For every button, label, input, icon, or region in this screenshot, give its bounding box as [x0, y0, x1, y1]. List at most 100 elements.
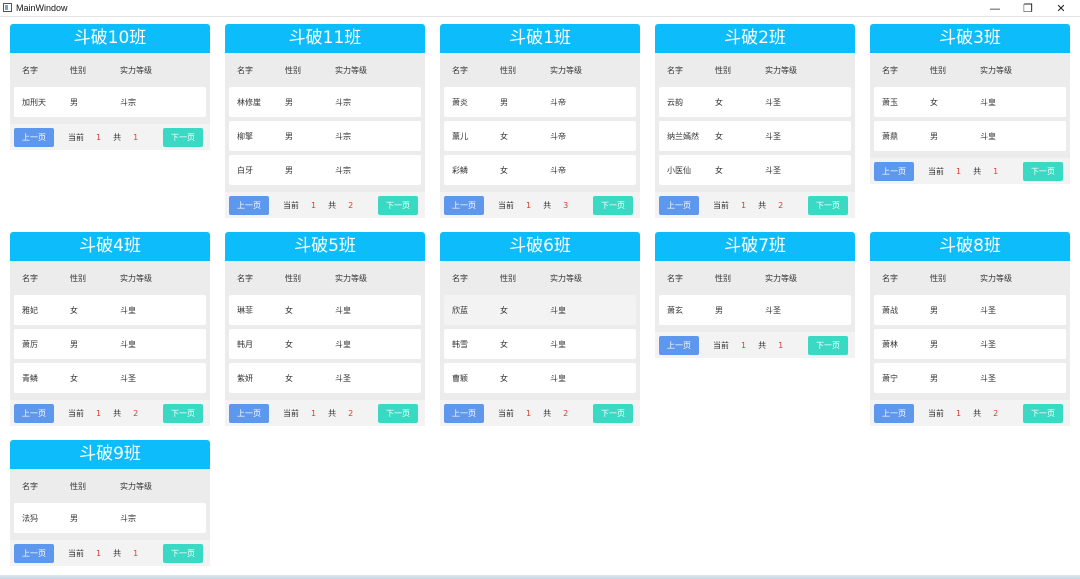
current-label: 当前 — [713, 340, 729, 350]
student-table: 名字 性别 实力等级 加刑天 男 斗宗 — [10, 53, 210, 124]
prev-page-button[interactable]: 上一页 — [874, 403, 914, 423]
total-page-number: 1 — [133, 548, 139, 558]
student-name: 法犸 — [22, 513, 38, 523]
next-page-button[interactable]: 下一页 — [593, 403, 633, 423]
student-gender: 男 — [70, 513, 78, 523]
next-page-button[interactable]: 下一页 — [808, 335, 848, 355]
current-label: 当前 — [283, 200, 299, 210]
student-gender: 女 — [500, 339, 508, 349]
student-name: 白牙 — [237, 165, 253, 175]
table-row[interactable]: 林修崖 男 斗宗 — [229, 87, 421, 117]
next-page-button[interactable]: 下一页 — [593, 195, 633, 215]
table-row[interactable]: 青鳞 女 斗圣 — [14, 363, 206, 393]
next-page-button[interactable]: 下一页 — [808, 195, 848, 215]
student-gender: 女 — [500, 373, 508, 383]
table-row[interactable]: 韩月 女 斗皇 — [229, 329, 421, 359]
student-level: 斗皇 — [120, 339, 136, 349]
prev-page-button[interactable]: 上一页 — [659, 195, 699, 215]
table-row[interactable]: 萧玉 女 斗皇 — [874, 87, 1066, 117]
student-gender: 女 — [285, 373, 293, 383]
next-page-button[interactable]: 下一页 — [1023, 161, 1063, 181]
student-gender: 女 — [715, 97, 723, 107]
minimize-button[interactable]: — — [979, 0, 1011, 16]
pagination: 上一页 当前 1 共 2 下一页 — [225, 192, 425, 218]
next-page-button[interactable]: 下一页 — [163, 127, 203, 147]
next-page-button[interactable]: 下一页 — [1023, 403, 1063, 423]
student-table: 名字 性别 实力等级 萧炎 男 斗帝 薰儿 女 斗帝 彩鳞 女 斗帝 — [440, 53, 640, 192]
table-row[interactable]: 彩鳞 女 斗帝 — [444, 155, 636, 185]
prev-page-button[interactable]: 上一页 — [229, 403, 269, 423]
prev-page-button[interactable]: 上一页 — [14, 127, 54, 147]
student-level: 斗皇 — [550, 339, 566, 349]
next-page-button[interactable]: 下一页 — [163, 543, 203, 563]
table-row[interactable]: 萧厉 男 斗皇 — [14, 329, 206, 359]
table-row[interactable]: 雅妃 女 斗皇 — [14, 295, 206, 325]
header-name: 名字 — [667, 273, 683, 283]
current-label: 当前 — [713, 200, 729, 210]
restore-button[interactable]: ❐ — [1012, 0, 1044, 16]
pagination: 上一页 当前 1 共 1 下一页 — [655, 332, 855, 358]
prev-page-button[interactable]: 上一页 — [659, 335, 699, 355]
header-level: 实力等级 — [120, 273, 152, 283]
table-row[interactable]: 纳兰嫣然 女 斗圣 — [659, 121, 851, 151]
student-name: 萧玉 — [882, 97, 898, 107]
student-level: 斗帝 — [550, 97, 566, 107]
class-panel: 斗破4班 名字 性别 实力等级 雅妃 女 斗皇 萧厉 男 斗皇 青鳞 女 斗圣 … — [10, 232, 210, 426]
current-page-number: 1 — [311, 408, 317, 418]
table-row[interactable]: 萧炎 男 斗帝 — [444, 87, 636, 117]
student-table: 名字 性别 实力等级 雅妃 女 斗皇 萧厉 男 斗皇 青鳞 女 斗圣 — [10, 261, 210, 400]
table-row[interactable]: 曹颖 女 斗皇 — [444, 363, 636, 393]
prev-page-button[interactable]: 上一页 — [14, 543, 54, 563]
student-level: 斗皇 — [550, 305, 566, 315]
table-row[interactable]: 琳菲 女 斗皇 — [229, 295, 421, 325]
student-name: 雅妃 — [22, 305, 38, 315]
student-gender: 女 — [500, 305, 508, 315]
next-page-button[interactable]: 下一页 — [378, 195, 418, 215]
prev-page-button[interactable]: 上一页 — [874, 161, 914, 181]
current-label: 当前 — [283, 408, 299, 418]
student-name: 青鳞 — [22, 373, 38, 383]
student-gender: 女 — [930, 97, 938, 107]
panel-title: 斗破3班 — [870, 24, 1070, 53]
table-row[interactable]: 韩雪 女 斗皇 — [444, 329, 636, 359]
next-page-button[interactable]: 下一页 — [163, 403, 203, 423]
table-row[interactable]: 萧林 男 斗圣 — [874, 329, 1066, 359]
table-row[interactable]: 云韵 女 斗圣 — [659, 87, 851, 117]
table-row[interactable]: 欣蓝 女 斗皇 — [444, 295, 636, 325]
current-label: 当前 — [928, 408, 944, 418]
total-page-number: 2 — [563, 408, 569, 418]
current-page-number: 1 — [741, 340, 747, 350]
student-level: 斗圣 — [980, 339, 996, 349]
student-name: 萧玄 — [667, 305, 683, 315]
student-name: 韩雪 — [452, 339, 468, 349]
prev-page-button[interactable]: 上一页 — [229, 195, 269, 215]
panel-title: 斗破9班 — [10, 440, 210, 469]
current-label: 当前 — [928, 166, 944, 176]
next-page-button[interactable]: 下一页 — [378, 403, 418, 423]
table-row[interactable]: 萧鼎 男 斗皇 — [874, 121, 1066, 151]
table-row[interactable]: 加刑天 男 斗宗 — [14, 87, 206, 117]
header-name: 名字 — [667, 65, 683, 75]
table-row[interactable]: 萧战 男 斗圣 — [874, 295, 1066, 325]
student-name: 云韵 — [667, 97, 683, 107]
table-row[interactable]: 白牙 男 斗宗 — [229, 155, 421, 185]
table-row[interactable]: 法犸 男 斗宗 — [14, 503, 206, 533]
student-name: 小医仙 — [667, 165, 691, 175]
student-gender: 男 — [70, 97, 78, 107]
close-button[interactable]: ✕ — [1045, 0, 1077, 16]
table-row[interactable]: 萧玄 男 斗圣 — [659, 295, 851, 325]
student-name: 萧林 — [882, 339, 898, 349]
pagination: 上一页 当前 1 共 2 下一页 — [870, 400, 1070, 426]
prev-page-button[interactable]: 上一页 — [14, 403, 54, 423]
table-row[interactable]: 薰儿 女 斗帝 — [444, 121, 636, 151]
class-panel: 斗破11班 名字 性别 实力等级 林修崖 男 斗宗 柳擎 男 斗宗 白牙 男 斗… — [225, 24, 425, 218]
table-row[interactable]: 小医仙 女 斗圣 — [659, 155, 851, 185]
table-row[interactable]: 紫妍 女 斗圣 — [229, 363, 421, 393]
table-row[interactable]: 柳擎 男 斗宗 — [229, 121, 421, 151]
table-row[interactable]: 萧宁 男 斗圣 — [874, 363, 1066, 393]
total-page-number: 2 — [348, 200, 354, 210]
header-name: 名字 — [882, 65, 898, 75]
prev-page-button[interactable]: 上一页 — [444, 403, 484, 423]
prev-page-button[interactable]: 上一页 — [444, 195, 484, 215]
total-label: 共 — [113, 548, 122, 558]
